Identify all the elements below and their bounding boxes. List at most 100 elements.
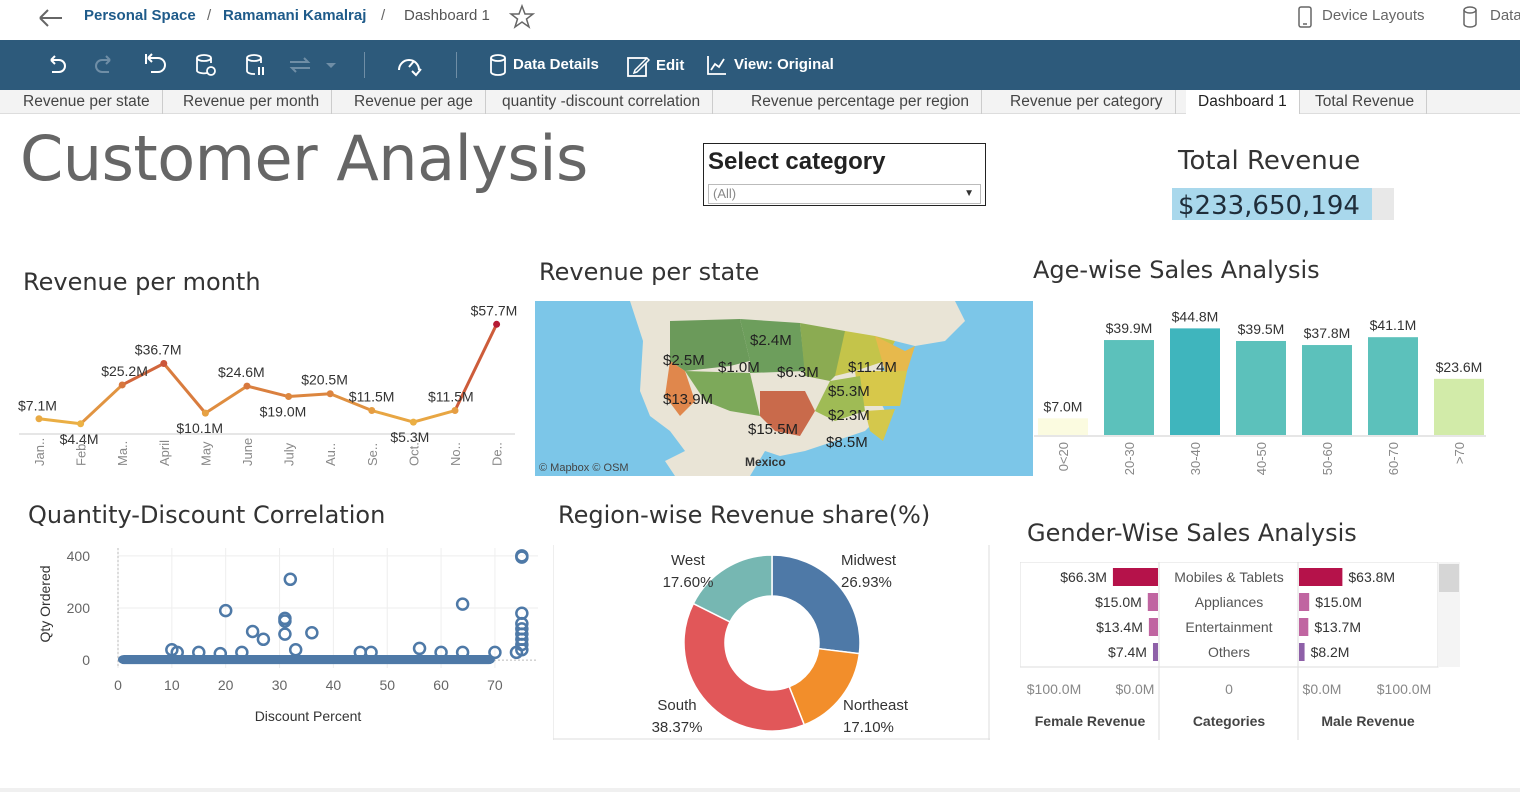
scatter-point[interactable] [305, 626, 319, 640]
y-tick-label: 400 [67, 548, 91, 564]
male-bar[interactable] [1299, 568, 1343, 586]
female-bar[interactable] [1152, 643, 1158, 661]
database-icon [490, 54, 506, 76]
male-axis-title: Male Revenue [1321, 713, 1415, 729]
x-tick-label: April [157, 440, 172, 466]
data-label: $57.7M [471, 302, 518, 318]
category-label: Appliances [1195, 594, 1264, 610]
age-bar[interactable] [1434, 378, 1484, 435]
revert-icon[interactable] [142, 52, 168, 78]
undo-icon[interactable] [43, 52, 69, 78]
kpi-card: $233,650,194 [1172, 188, 1394, 221]
line-point[interactable] [160, 359, 168, 367]
data-details-button[interactable]: Data Details [489, 54, 599, 76]
tab-dashboard-1[interactable]: Dashboard 1 [1186, 90, 1300, 114]
tab-revenue-per-age[interactable]: Revenue per age [342, 90, 486, 114]
female-bar[interactable] [1112, 568, 1158, 586]
tab-revenue-per-month[interactable]: Revenue per month [171, 90, 333, 114]
x-tick-label: 20 [218, 677, 234, 693]
map-label-4: $11.4M [848, 359, 897, 376]
male-bar[interactable] [1299, 618, 1309, 636]
revenue-per-month-title: Revenue per month [23, 268, 261, 296]
refresh-data-icon[interactable] [193, 52, 219, 78]
dropdown-value: (All) [713, 186, 737, 201]
tab-revenue-per-category[interactable]: Revenue per category [998, 90, 1176, 114]
breadcrumb-personal-space[interactable]: Personal Space [84, 7, 196, 24]
scatter-point[interactable] [256, 632, 271, 647]
line-point[interactable] [493, 320, 501, 328]
line-point[interactable] [118, 381, 126, 389]
data-label: $23.6M [1436, 359, 1483, 375]
revenue-per-month-chart: $7.1MJan.. $4.4MFeb..$25.2MMa..$36.7MApri… [18, 302, 518, 466]
line-point[interactable] [35, 415, 43, 423]
x-tick-label: 60 [433, 677, 449, 693]
line-segment [38, 417, 81, 426]
slice-name-label: Midwest [841, 552, 897, 569]
male-bar[interactable] [1299, 593, 1310, 611]
redo-icon [95, 55, 111, 73]
female-bar[interactable] [1148, 618, 1158, 636]
tab-total-revenue[interactable]: Total Revenue [1303, 90, 1428, 114]
age-bar[interactable] [1038, 418, 1088, 435]
favorite-star-icon[interactable] [509, 4, 535, 30]
slice-name-label: South [657, 697, 696, 714]
slice-percent-label: 26.93% [841, 574, 892, 591]
x-tick-label: Oct.. [406, 439, 421, 466]
revenue-per-state-map[interactable]: $2.4M $2.5M $1.0M $6.3M $11.4M $13.9M $5… [535, 301, 1033, 476]
tab-revenue-percentage-per-region[interactable]: Revenue percentage per region [739, 90, 983, 114]
line-segment [204, 384, 248, 415]
line-point[interactable] [77, 420, 85, 428]
x-tick-label: 70 [487, 677, 503, 693]
age-bar[interactable] [1236, 340, 1286, 435]
pause-updates-icon[interactable] [243, 52, 269, 78]
breadcrumb-user[interactable]: Ramamani Kamalraj [223, 7, 366, 24]
age-bar[interactable] [1302, 345, 1352, 435]
category-dropdown[interactable]: (All) ▼ [708, 184, 981, 204]
edit-button[interactable]: Edit [626, 54, 684, 78]
female-axis-title: Female Revenue [1035, 713, 1146, 729]
performance-icon[interactable] [396, 52, 422, 78]
female-axis-tick: $100.0M [1027, 681, 1081, 697]
line-point[interactable] [368, 407, 376, 415]
line-segment [371, 409, 414, 424]
line-point[interactable] [326, 390, 334, 398]
x-tick-label: Au.. [323, 443, 338, 466]
x-tick-label: Se.. [365, 443, 380, 466]
data-button[interactable]: Data [1490, 7, 1520, 24]
age-bar[interactable] [1368, 337, 1418, 435]
female-value-label: $7.4M [1108, 644, 1147, 660]
device-layouts-button[interactable]: Device Layouts [1322, 7, 1425, 24]
scatter-point[interactable] [283, 572, 298, 587]
age-bar[interactable] [1104, 340, 1154, 435]
age-bar[interactable] [1170, 328, 1220, 435]
line-point[interactable] [285, 393, 293, 401]
donut-slice[interactable] [683, 602, 806, 732]
scatter-point[interactable] [245, 624, 260, 639]
line-segment [412, 409, 456, 424]
scrollbar-thumb[interactable] [1439, 564, 1459, 592]
scatter-point[interactable] [412, 641, 427, 656]
tab-revenue-per-state[interactable]: Revenue per state [11, 90, 163, 114]
line-point[interactable] [451, 407, 459, 415]
male-bar[interactable] [1299, 643, 1305, 661]
view-original-button[interactable]: View: Original [706, 54, 834, 76]
tab-quantity-discount-correlation[interactable]: quantity -discount correlation [490, 90, 714, 114]
female-bar[interactable] [1147, 593, 1158, 611]
x-tick-label: 0 [114, 677, 122, 693]
footer-divider [0, 788, 1520, 792]
scatter-point[interactable] [278, 627, 292, 641]
breadcrumb-separator: / [207, 7, 212, 24]
line-point[interactable] [409, 418, 417, 426]
data-label: $39.5M [1238, 321, 1285, 337]
line-segment [162, 362, 207, 415]
line-point[interactable] [201, 409, 209, 417]
qty-discount-scatter: 0 10 20 30 40 50 60 70 0 200 400 Discount Percent Qt… [37, 548, 538, 724]
donut-slice[interactable] [771, 554, 861, 655]
category-label: Entertainment [1185, 619, 1272, 635]
map-label-0: $2.4M [750, 332, 792, 349]
scatter-point[interactable] [288, 642, 303, 657]
edit-label: Edit [656, 56, 685, 74]
back-arrow-icon[interactable] [36, 6, 64, 30]
slice-percent-label: 38.37% [652, 719, 703, 736]
line-point[interactable] [243, 382, 251, 390]
